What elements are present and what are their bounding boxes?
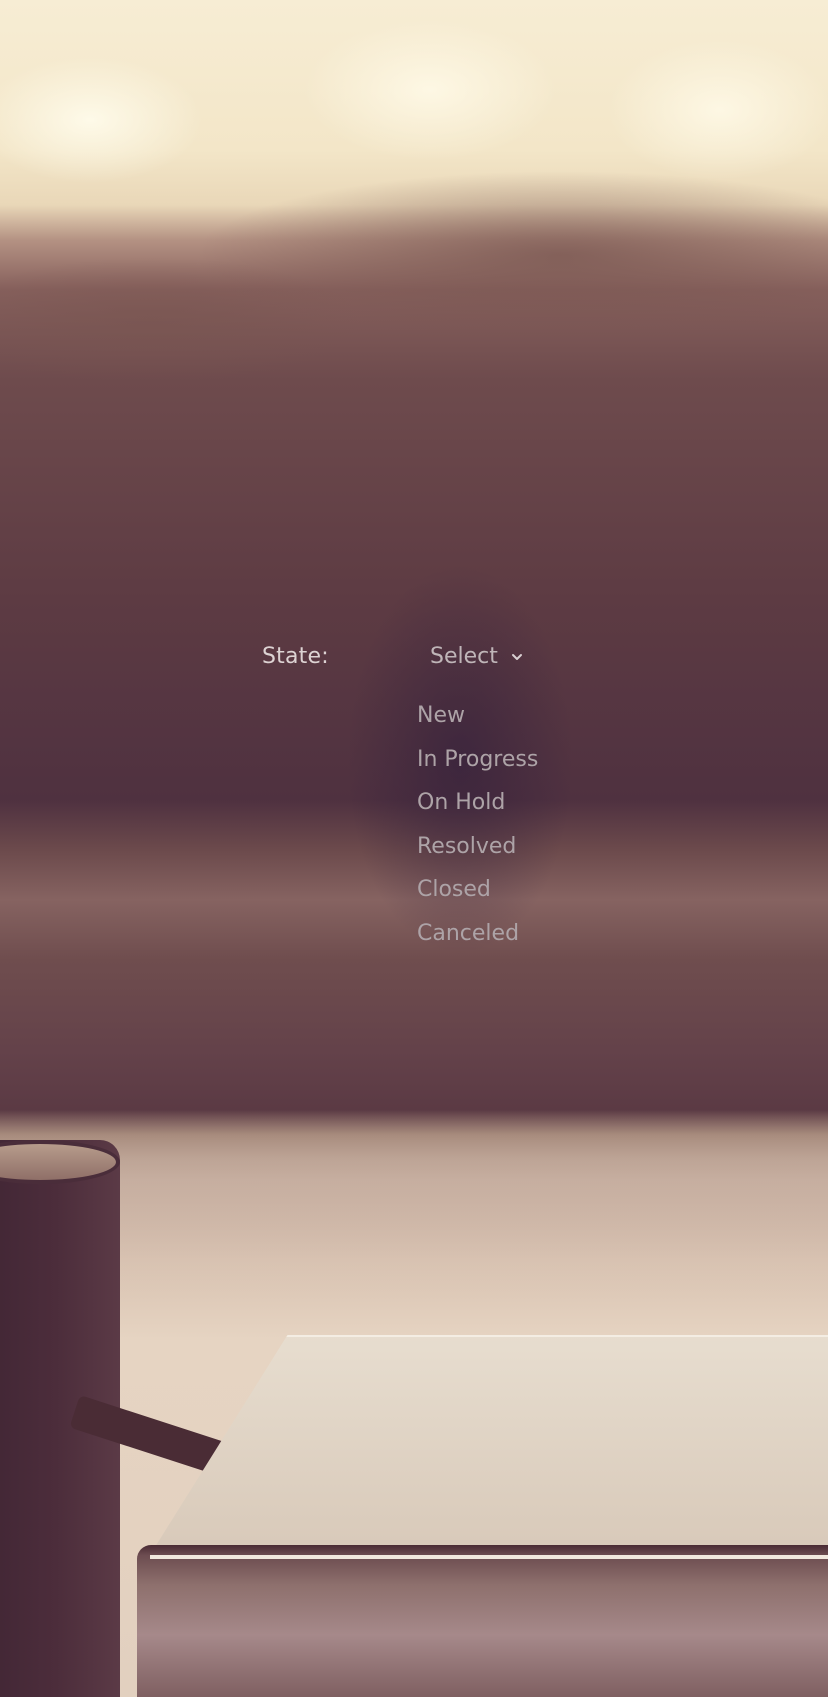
option-in-progress[interactable]: In Progress <box>417 741 538 785</box>
state-select[interactable]: Select <box>430 640 524 674</box>
page: State: Select New In Progress On Hold Re… <box>0 0 828 1697</box>
option-closed[interactable]: Closed <box>417 871 538 915</box>
option-new[interactable]: New <box>417 697 538 741</box>
book-spine-image <box>137 1545 828 1697</box>
book-pages-image <box>150 1555 828 1559</box>
state-select-value: Select <box>430 644 498 669</box>
chevron-down-icon <box>510 650 524 664</box>
option-canceled[interactable]: Canceled <box>417 915 538 959</box>
state-options-list: New In Progress On Hold Resolved Closed … <box>417 697 538 958</box>
option-resolved[interactable]: Resolved <box>417 828 538 872</box>
option-on-hold[interactable]: On Hold <box>417 784 538 828</box>
state-label: State: <box>262 644 329 669</box>
